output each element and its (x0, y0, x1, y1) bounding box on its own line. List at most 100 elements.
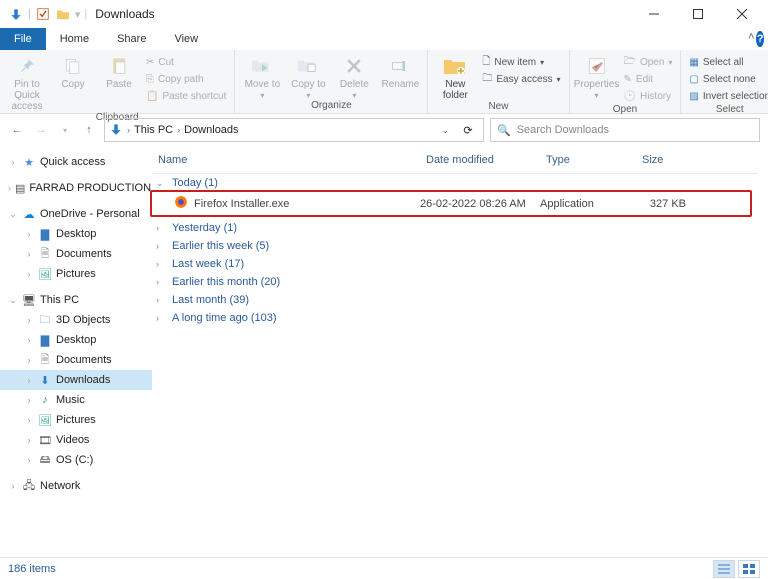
tab-view[interactable]: View (160, 30, 212, 48)
ribbon-tabs: File Home Share View ˄ ? (0, 28, 768, 50)
copy-icon (59, 54, 87, 78)
collapse-ribbon-icon[interactable]: ˄ (748, 31, 754, 47)
new-folder-icon (441, 54, 469, 78)
history-icon: 🕑 (624, 91, 636, 102)
paste-shortcut-button[interactable]: 📋Paste shortcut (144, 88, 228, 104)
maximize-button[interactable] (676, 0, 720, 28)
address-box[interactable]: › This PC › Downloads ⌄ ⟳ (104, 118, 484, 142)
tab-share[interactable]: Share (103, 30, 160, 48)
file-date: 26-02-2022 08:26 AM (420, 198, 540, 210)
invert-icon: ▨ (689, 91, 698, 102)
select-all-button[interactable]: ▦Select all (687, 54, 768, 70)
new-folder-button[interactable]: New folder (434, 54, 476, 101)
new-item-icon: 🗋 (482, 54, 490, 71)
move-to-button[interactable]: Move to▾ (241, 54, 283, 100)
recent-button[interactable]: ▾ (56, 121, 74, 139)
sidebar-onedrive[interactable]: ⌄☁OneDrive - Personal (0, 204, 152, 224)
rename-button[interactable]: Rename (379, 54, 421, 90)
easy-access-button[interactable]: 🗀Easy access ▾ (480, 71, 562, 87)
sidebar-od-documents[interactable]: ›🗎Documents (0, 244, 152, 264)
cut-button[interactable]: ✂Cut (144, 54, 228, 70)
tab-file[interactable]: File (0, 28, 46, 50)
group-long-ago[interactable]: ›A long time ago (103) (152, 309, 758, 327)
copy-path-button[interactable]: ⎘Copy path (144, 71, 228, 87)
sidebar-os-c[interactable]: ›🖴OS (C:) (0, 450, 152, 470)
crumb-this-pc[interactable]: This PC (134, 124, 173, 136)
search-icon: 🔍 (497, 124, 511, 137)
thumbnails-view-button[interactable] (738, 560, 760, 578)
delete-button[interactable]: Delete▾ (333, 54, 375, 100)
details-view-button[interactable] (713, 560, 735, 578)
pin-to-quick-access-button[interactable]: Pin to Quick access (6, 54, 48, 112)
edit-icon: ✎ (624, 74, 632, 85)
col-name[interactable]: Name (158, 154, 426, 166)
document-icon: 🗎 (38, 353, 52, 367)
sidebar-quick-access[interactable]: ›★Quick access (0, 152, 152, 172)
ribbon: Pin to Quick access Copy Paste ✂Cut ⎘Cop… (0, 50, 768, 114)
desktop-icon: ▇ (38, 333, 52, 347)
col-date[interactable]: Date modified (426, 154, 546, 166)
edit-button[interactable]: ✎Edit (622, 71, 675, 87)
chevron-right-icon[interactable]: › (8, 157, 18, 167)
minimize-button[interactable] (632, 0, 676, 28)
back-button[interactable]: ← (8, 121, 26, 139)
qat-properties-icon[interactable] (35, 6, 51, 22)
folder-icon: ▇ (38, 227, 52, 241)
move-icon (248, 54, 276, 78)
address-dropdown-icon[interactable]: ⌄ (441, 125, 449, 136)
group-earlier-week[interactable]: ›Earlier this week (5) (152, 237, 758, 255)
group-last-week[interactable]: ›Last week (17) (152, 255, 758, 273)
crumb-downloads[interactable]: Downloads (184, 124, 238, 136)
sidebar-music[interactable]: ›♪Music (0, 390, 152, 410)
sidebar-videos[interactable]: ›🎞Videos (0, 430, 152, 450)
file-row-firefox[interactable]: Firefox Installer.exe 26-02-2022 08:26 A… (152, 192, 750, 215)
tab-home[interactable]: Home (46, 30, 103, 48)
col-type[interactable]: Type (546, 154, 642, 166)
chevron-down-icon: ⌄ (156, 178, 166, 189)
sidebar-pictures[interactable]: ›🖼Pictures (0, 410, 152, 430)
select-none-icon: ▢ (689, 74, 698, 85)
history-button[interactable]: 🕑History (622, 88, 675, 104)
close-button[interactable] (720, 0, 764, 28)
copy-button[interactable]: Copy (52, 54, 94, 90)
new-item-button[interactable]: 🗋New item ▾ (480, 54, 562, 70)
col-size[interactable]: Size (642, 154, 702, 166)
picture-icon: 🖼 (38, 267, 52, 281)
sidebar-desktop[interactable]: ›▇Desktop (0, 330, 152, 350)
group-label-select: Select (687, 104, 768, 117)
open-button[interactable]: 🗁Open ▾ (622, 54, 675, 70)
sidebar-od-pictures[interactable]: ›🖼Pictures (0, 264, 152, 284)
group-earlier-month[interactable]: ›Earlier this month (20) (152, 273, 758, 291)
sidebar-network[interactable]: ›🖧Network (0, 476, 152, 496)
sidebar-this-pc[interactable]: ⌄🖥This PC (0, 290, 152, 310)
forward-button[interactable]: → (32, 121, 50, 139)
copy-to-icon (294, 54, 322, 78)
paste-icon (105, 54, 133, 78)
copy-to-button[interactable]: Copy to▾ (287, 54, 329, 100)
file-type: Application (540, 198, 636, 210)
select-none-button[interactable]: ▢Select none (687, 71, 768, 87)
firefox-icon (174, 195, 188, 212)
cloud-icon: ☁ (22, 207, 36, 221)
properties-button[interactable]: Properties▾ (576, 54, 618, 100)
group-last-month[interactable]: ›Last month (39) (152, 291, 758, 309)
sidebar-downloads[interactable]: ›⬇Downloads (0, 370, 152, 390)
paste-button[interactable]: Paste (98, 54, 140, 90)
qat-folder-icon[interactable] (55, 6, 71, 22)
up-button[interactable]: ↑ (80, 121, 98, 139)
sidebar-documents[interactable]: ›🗎Documents (0, 350, 152, 370)
video-icon: 🎞 (38, 433, 52, 447)
invert-selection-button[interactable]: ▨Invert selection (687, 88, 768, 104)
refresh-button[interactable]: ⟳ (457, 118, 479, 142)
copy-path-icon: ⎘ (146, 74, 154, 85)
select-all-icon: ▦ (689, 57, 698, 68)
picture-icon: 🖼 (38, 413, 52, 427)
search-box[interactable]: 🔍 Search Downloads (490, 118, 760, 142)
help-icon[interactable]: ? (756, 31, 764, 47)
sidebar-3d[interactable]: ›🗀3D Objects (0, 310, 152, 330)
group-yesterday[interactable]: ›Yesterday (1) (152, 219, 758, 237)
chevron-down-icon[interactable]: ⌄ (8, 209, 18, 220)
sidebar-od-desktop[interactable]: ›▇Desktop (0, 224, 152, 244)
sidebar-farrad[interactable]: ›▤FARRAD PRODUCTION (0, 178, 152, 198)
pin-icon (13, 54, 41, 78)
